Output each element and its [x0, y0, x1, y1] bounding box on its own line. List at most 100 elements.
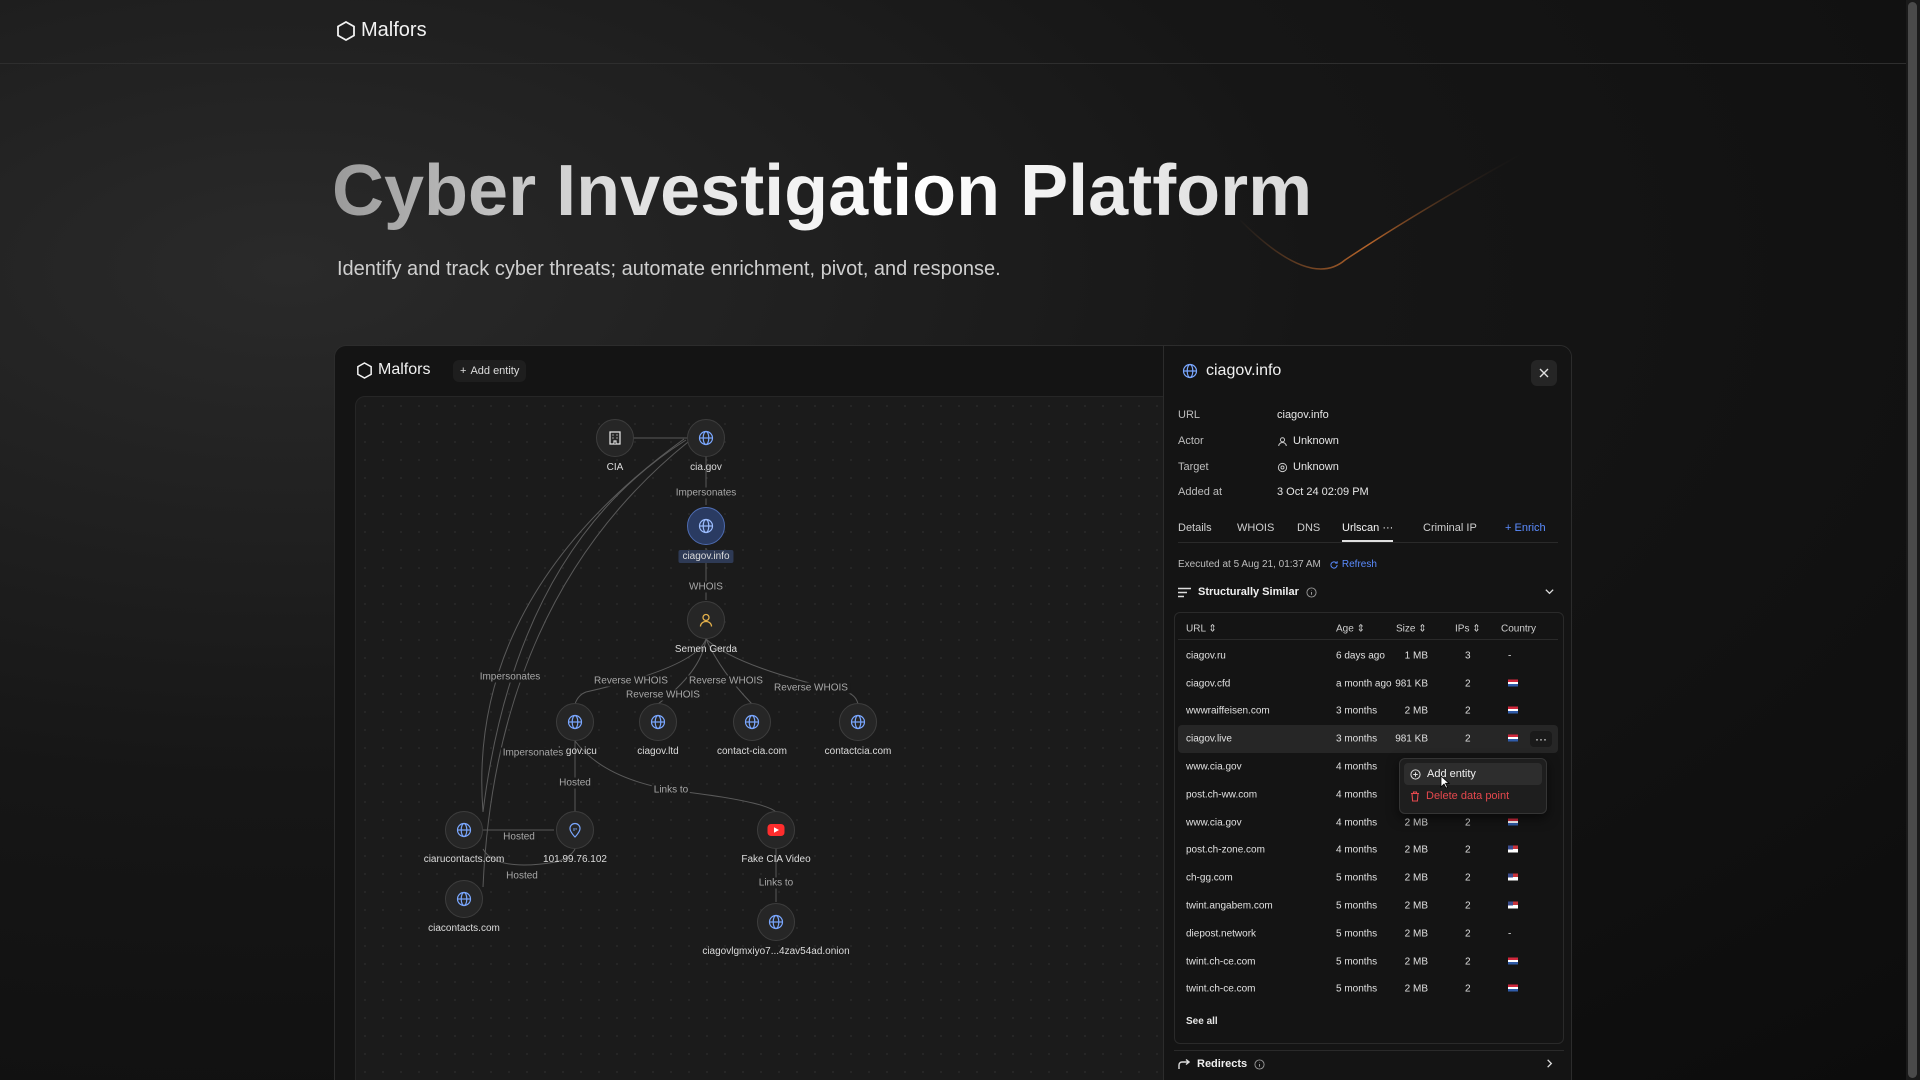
add-entity-label: Add entity: [470, 365, 520, 377]
globe-icon: [456, 822, 472, 838]
field-value: 3 Oct 24 02:09 PM: [1277, 486, 1369, 498]
row-more-button[interactable]: ···: [1530, 731, 1552, 748]
globe-icon: [768, 914, 784, 930]
node-onion[interactable]: [757, 903, 795, 941]
youtube-icon: [767, 824, 785, 836]
node-ip-address[interactable]: IP: [556, 811, 594, 849]
structurally-similar-header[interactable]: Structurally Similar: [1178, 586, 1317, 598]
close-panel-button[interactable]: [1531, 360, 1557, 386]
cell-country: -: [1508, 650, 1512, 662]
brand-logo[interactable]: Malfors: [337, 19, 427, 42]
tab-dns[interactable]: DNS: [1297, 522, 1320, 534]
table-row[interactable]: ciagov.cfd a month ago 981 KB 2: [1178, 670, 1558, 698]
section-title: Structurally Similar: [1198, 586, 1299, 598]
cell-size: 2 MB: [1404, 872, 1428, 884]
redirects-title: Redirects: [1197, 1058, 1248, 1070]
hexagon-logo-icon: [337, 20, 355, 41]
cell-country: [1508, 901, 1518, 912]
table-row[interactable]: wwwraiffeisen.com 3 months 2 MB 2: [1178, 698, 1558, 726]
cell-url: twint.ch-ce.com: [1186, 983, 1256, 995]
node-label: contactcia.com: [824, 746, 892, 757]
sort-icon: ⇕: [1208, 623, 1217, 634]
cell-ips: 2: [1465, 928, 1471, 940]
cell-country: [1508, 845, 1518, 856]
table-row[interactable]: ch-gg.com 5 months 2 MB 2: [1178, 864, 1558, 892]
entity-detail-panel: ciagov.info URL ciagov.info Actor Unknow…: [1163, 346, 1571, 1080]
nl-flag-icon: [1508, 957, 1518, 965]
node-ciagov-ltd[interactable]: [639, 703, 677, 741]
cell-age: 3 months: [1336, 733, 1378, 745]
field-value[interactable]: Unknown: [1277, 461, 1339, 473]
node-cia[interactable]: [596, 419, 634, 457]
table-row[interactable]: post.ch-zone.com 4 months 2 MB 2: [1178, 837, 1558, 865]
tab-urlscan[interactable]: Urlscan ···: [1342, 522, 1394, 542]
table-row[interactable]: ciagov.ru 6 days ago 1 MB 3 -: [1178, 642, 1558, 670]
edge-label: Links to: [651, 784, 691, 796]
chevron-down-icon[interactable]: [1544, 586, 1555, 597]
context-add-entity[interactable]: Add entity: [1404, 763, 1542, 785]
plus-icon: +: [460, 365, 467, 377]
plus-circle-icon: [1410, 768, 1421, 780]
scrollbar-thumb[interactable]: [1908, 2, 1917, 1078]
cell-url: twint.ch-ce.com: [1186, 956, 1256, 968]
cell-url: post.ch-ww.com: [1186, 789, 1258, 801]
table-row[interactable]: twint.angabem.com 5 months 2 MB 2: [1178, 892, 1558, 920]
cell-age: 4 months: [1336, 844, 1378, 856]
node-semen-gerda[interactable]: [687, 601, 725, 639]
column-header-ips[interactable]: IPs ⇕: [1455, 623, 1481, 634]
node-fake-cia-video[interactable]: [757, 811, 795, 849]
top-nav-bar: Malfors: [0, 0, 1906, 64]
column-label: IPs: [1455, 623, 1470, 634]
node-ciagov-info[interactable]: [687, 507, 725, 545]
table-row[interactable]: ciagov.live 3 months 981 KB 2 ···: [1178, 725, 1558, 754]
edge-label: Hosted: [501, 831, 537, 843]
add-entity-button[interactable]: + Add entity: [453, 360, 527, 382]
enrich-button[interactable]: + Enrich: [1505, 522, 1546, 534]
context-delete-data-point[interactable]: Delete data point: [1404, 785, 1542, 807]
globe-icon: [698, 518, 714, 534]
cell-ips: 3: [1465, 650, 1471, 662]
node-contact-cia-com[interactable]: [733, 703, 771, 741]
cell-url: ciagov.ru: [1186, 650, 1226, 662]
refresh-button[interactable]: Refresh: [1329, 559, 1377, 570]
cell-age: 6 days ago: [1336, 650, 1385, 662]
chevron-right-icon[interactable]: [1544, 1058, 1555, 1069]
node-cia-gov[interactable]: [687, 419, 725, 457]
page-scrollbar[interactable]: [1906, 0, 1920, 1080]
cell-url: ciagov.cfd: [1186, 678, 1231, 690]
redirects-header[interactable]: Redirects: [1178, 1058, 1265, 1070]
see-all-link[interactable]: See all: [1186, 1016, 1218, 1027]
node-label: Semen Gerda: [674, 644, 738, 655]
column-header-age[interactable]: Age ⇕: [1336, 623, 1365, 634]
column-header-size[interactable]: Size ⇕: [1396, 623, 1427, 634]
node-contactcia-com[interactable]: [839, 703, 877, 741]
globe-icon: [567, 714, 583, 730]
table-row[interactable]: diepost.network 5 months 2 MB 2 -: [1178, 920, 1558, 948]
cell-age: a month ago: [1336, 678, 1392, 690]
tab-whois[interactable]: WHOIS: [1237, 522, 1274, 534]
node-label: ciagovlgmxiyo7...4zav54ad.onion: [702, 946, 850, 957]
executed-at: Executed at 5 Aug 21, 01:37 AM: [1178, 559, 1321, 570]
column-header-url[interactable]: URL ⇕: [1186, 623, 1217, 634]
tab-details[interactable]: Details: [1178, 522, 1212, 534]
field-label: Added at: [1178, 486, 1223, 498]
node-label: contact-cia.com: [716, 746, 788, 757]
field-value[interactable]: Unknown: [1277, 435, 1339, 447]
node-ciarucontacts-com[interactable]: [445, 811, 483, 849]
cell-size: 2 MB: [1404, 817, 1428, 829]
cell-size: 2 MB: [1404, 928, 1428, 940]
cell-size: 2 MB: [1404, 956, 1428, 968]
node-ciagov-icu[interactable]: [556, 703, 594, 741]
tab-criminal-ip[interactable]: Criminal IP: [1423, 522, 1477, 534]
app-brand-logo[interactable]: Malfors: [357, 361, 430, 379]
column-header-country[interactable]: Country: [1501, 623, 1536, 634]
table-row[interactable]: twint.ch-ce.com 5 months 2 MB 2: [1178, 976, 1558, 1004]
edge-label: Impersonates: [673, 487, 739, 499]
node-label: CIA: [606, 462, 624, 473]
cell-ips: 2: [1465, 705, 1471, 717]
cell-age: 4 months: [1336, 817, 1378, 829]
cell-url: wwwraiffeisen.com: [1186, 705, 1270, 717]
refresh-icon: [1330, 560, 1338, 569]
table-row[interactable]: twint.ch-ce.com 5 months 2 MB 2: [1178, 948, 1558, 976]
node-ciacontacts-com[interactable]: [445, 880, 483, 918]
